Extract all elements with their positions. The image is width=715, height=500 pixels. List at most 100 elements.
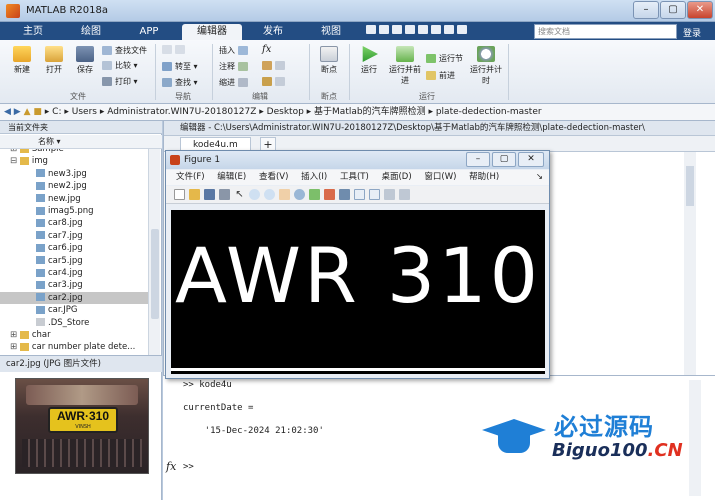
expand-toggle-icon[interactable]: ⊞: [10, 342, 20, 352]
file-list-item[interactable]: .DS_Store: [0, 317, 150, 329]
open-file-icon[interactable]: [189, 189, 200, 200]
tab-apps[interactable]: APP: [124, 24, 174, 40]
save-icon[interactable]: [366, 25, 376, 34]
editor-scrollbar[interactable]: [684, 152, 696, 375]
save-button[interactable]: 保存: [71, 46, 99, 75]
run-and-time-button[interactable]: 运行并计时: [470, 46, 502, 86]
compare-button[interactable]: 比较 ▾: [102, 60, 138, 71]
rotate-3d-icon[interactable]: [294, 189, 305, 200]
menu-window[interactable]: 窗口(W): [424, 172, 456, 182]
indent-tools[interactable]: [262, 77, 288, 86]
advance-button[interactable]: 前进: [426, 70, 455, 81]
search-documentation-input[interactable]: 搜索文档: [534, 24, 677, 39]
file-list-item[interactable]: new.jpg: [0, 193, 150, 205]
file-list-item[interactable]: ⊟ img: [0, 155, 150, 167]
file-list-item[interactable]: car3.jpg: [0, 279, 150, 291]
path-segment[interactable]: plate-dedection-master: [436, 107, 542, 117]
run-button[interactable]: 运行: [355, 46, 383, 75]
menu-insert[interactable]: 插入(I): [301, 172, 327, 182]
find-button[interactable]: 查找 ▾: [162, 77, 198, 88]
maximize-button[interactable]: ▢: [660, 1, 686, 19]
print-figure-icon[interactable]: [219, 189, 230, 200]
colorbar-icon[interactable]: [354, 189, 365, 200]
insert-button[interactable]: 插入: [219, 45, 251, 56]
menu-dock-icon[interactable]: ↘: [536, 170, 543, 185]
menu-view[interactable]: 查看(V): [259, 172, 288, 182]
link-plot-icon[interactable]: [339, 189, 350, 200]
file-list-item[interactable]: new3.jpg: [0, 168, 150, 180]
menu-desktop[interactable]: 桌面(D): [381, 172, 411, 182]
goto-button[interactable]: 转至 ▾: [162, 61, 198, 72]
file-list-item[interactable]: ⊞ char: [0, 329, 150, 341]
paste-icon[interactable]: [405, 25, 415, 34]
new-button[interactable]: 新建: [8, 46, 36, 75]
help-icon[interactable]: [457, 25, 467, 34]
new-figure-icon[interactable]: [174, 189, 185, 200]
file-list-item[interactable]: car.JPG: [0, 304, 150, 316]
run-and-advance-button[interactable]: 运行并前进: [387, 46, 423, 86]
file-list-item[interactable]: car7.jpg: [0, 230, 150, 242]
comment-tools[interactable]: [262, 61, 288, 70]
file-list-item[interactable]: car6.jpg: [0, 242, 150, 254]
indent-button[interactable]: 缩进: [219, 77, 251, 88]
cut-icon[interactable]: [379, 25, 389, 34]
menu-help[interactable]: 帮助(H): [469, 172, 499, 182]
breakpoints-button[interactable]: 断点: [315, 46, 343, 75]
name-column-header[interactable]: 名称 ▾: [0, 135, 162, 149]
comment-button[interactable]: 注释: [219, 61, 251, 72]
data-cursor-icon[interactable]: [309, 189, 320, 200]
tab-editor[interactable]: 编辑器: [182, 24, 242, 40]
expand-toggle-icon[interactable]: ⊞: [10, 330, 20, 340]
legend-icon[interactable]: [369, 189, 380, 200]
print-button[interactable]: 打印 ▾: [102, 76, 138, 87]
menu-edit[interactable]: 编辑(E): [217, 172, 246, 182]
show-plot-tools-icon[interactable]: [399, 189, 410, 200]
up-folder-icon[interactable]: ▲: [24, 107, 31, 117]
scrollbar-thumb[interactable]: [151, 229, 159, 319]
path-segment[interactable]: Administrator.WIN7U-20180127Z: [107, 107, 256, 117]
tab-view[interactable]: 视图: [306, 24, 356, 40]
file-list-scrollbar[interactable]: [148, 149, 160, 377]
path-segment[interactable]: 基于Matlab的汽车牌照检测: [314, 107, 426, 117]
expand-toggle-icon[interactable]: ⊟: [10, 156, 20, 166]
file-list-item[interactable]: ⊞ car number plate dete...: [0, 341, 150, 353]
function-browser-icon[interactable]: fx: [166, 460, 176, 473]
login-link[interactable]: 登录: [683, 26, 701, 39]
edit-plot-arrow-icon[interactable]: ↖: [234, 189, 245, 200]
file-list-item[interactable]: car8.jpg: [0, 217, 150, 229]
figure-minimize-button[interactable]: –: [466, 152, 490, 167]
run-section-button[interactable]: 运行节: [426, 53, 463, 64]
file-list-item[interactable]: imag5.png: [0, 205, 150, 217]
tab-home[interactable]: 主页: [8, 24, 58, 40]
open-button[interactable]: 打开: [40, 46, 68, 75]
expand-toggle-icon[interactable]: ⊞: [10, 149, 20, 154]
scrollbar-thumb[interactable]: [686, 166, 694, 206]
switch-windows-icon[interactable]: [444, 25, 454, 34]
pan-hand-icon[interactable]: [279, 189, 290, 200]
undo-icon[interactable]: [418, 25, 428, 34]
path-segment[interactable]: Desktop: [267, 107, 304, 117]
menu-file[interactable]: 文件(F): [176, 172, 205, 182]
back-icon[interactable]: ◀: [0, 107, 11, 117]
file-list-item[interactable]: new2.jpg: [0, 180, 150, 192]
file-list-item[interactable]: car2.jpg: [0, 291, 150, 305]
figure-close-button[interactable]: ✕: [518, 152, 544, 167]
file-list-item[interactable]: car4.jpg: [0, 267, 150, 279]
menu-tools[interactable]: 工具(T): [340, 172, 369, 182]
copy-icon[interactable]: [392, 25, 402, 34]
tab-plots[interactable]: 绘图: [66, 24, 116, 40]
insert-function-button[interactable]: fx: [262, 44, 271, 55]
tab-publish[interactable]: 发布: [248, 24, 298, 40]
command-prompt[interactable]: >>: [183, 462, 194, 472]
forward-icon[interactable]: ▶: [14, 107, 21, 117]
zoom-out-icon[interactable]: [264, 189, 275, 200]
redo-icon[interactable]: [431, 25, 441, 34]
figure-maximize-button[interactable]: ▢: [492, 152, 516, 167]
save-figure-icon[interactable]: [204, 189, 215, 200]
current-folder-address-bar[interactable]: ◀ ▶ ▲ ■ ▸ C: ▸ Users ▸ Administrator.WIN…: [0, 104, 715, 121]
hide-plot-tools-icon[interactable]: [384, 189, 395, 200]
close-button[interactable]: ✕: [687, 1, 713, 19]
zoom-in-icon[interactable]: [249, 189, 260, 200]
find-files-button[interactable]: 查找文件: [102, 45, 147, 56]
brush-icon[interactable]: [324, 189, 335, 200]
